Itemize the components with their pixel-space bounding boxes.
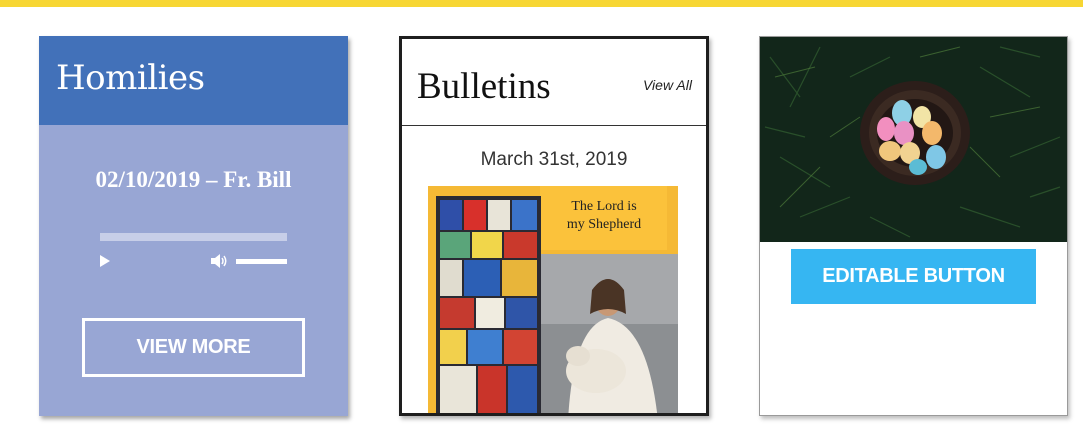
volume-slider[interactable] xyxy=(236,259,287,264)
bulletin-cover-text-line1: The Lord is xyxy=(571,199,637,214)
bulletin-cover-image[interactable]: The Lord is my Shepherd xyxy=(428,186,678,413)
bulletin-date: March 31st, 2019 xyxy=(480,149,628,170)
homilies-title: Homilies xyxy=(56,58,205,98)
view-all-link[interactable]: View All xyxy=(643,77,692,93)
audio-progress-bar[interactable] xyxy=(100,233,287,241)
editable-button[interactable]: EDITABLE BUTTON xyxy=(791,249,1036,304)
homilies-card: Homilies 02/10/2019 – Fr. Bill VIEW MORE xyxy=(39,36,348,416)
homily-latest-title: 02/10/2019 – Fr. Bill xyxy=(95,167,292,192)
bulletins-card: Bulletins View All March 31st, 2019 The … xyxy=(399,36,709,416)
top-accent-bar xyxy=(0,0,1083,7)
bulletin-cover-text: The Lord is my Shepherd xyxy=(542,198,666,234)
play-icon[interactable] xyxy=(100,255,110,267)
bulletins-divider xyxy=(402,125,706,126)
homilies-header: Homilies xyxy=(39,36,348,125)
easter-eggs-nest-image xyxy=(760,37,1067,242)
editable-card: EDITABLE BUTTON xyxy=(759,36,1068,416)
volume-icon[interactable] xyxy=(211,254,229,268)
volume-slider-fill xyxy=(236,259,287,264)
view-more-button[interactable]: VIEW MORE xyxy=(82,318,305,377)
bulletin-cover-text-line2: my Shepherd xyxy=(566,217,642,232)
bulletins-title: Bulletins xyxy=(417,66,551,107)
